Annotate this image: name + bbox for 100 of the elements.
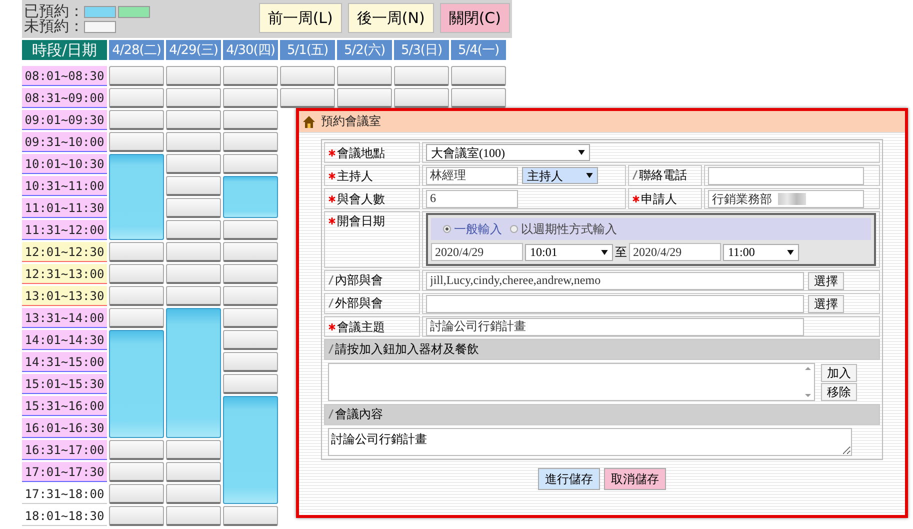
field-label: 主持人 bbox=[337, 168, 373, 182]
participants-input[interactable] bbox=[426, 294, 804, 312]
time-slot-label: 15:31~16:00 bbox=[22, 396, 107, 416]
free-slot[interactable] bbox=[223, 66, 278, 86]
booked-slot[interactable] bbox=[223, 176, 278, 218]
caret-icon bbox=[787, 250, 794, 254]
mode-radio[interactable]: 以週期性方式輸入 bbox=[510, 222, 617, 236]
select-button[interactable]: 選擇 bbox=[808, 294, 844, 312]
caret-icon bbox=[601, 250, 608, 254]
start-date-input[interactable]: 2020/4/29 bbox=[431, 243, 523, 261]
attendee-count-input[interactable]: 6 bbox=[426, 190, 518, 208]
mode-radio[interactable]: 一般輸入 bbox=[443, 222, 502, 236]
free-slot[interactable] bbox=[223, 154, 278, 174]
free-slot[interactable] bbox=[166, 176, 221, 196]
free-slot[interactable] bbox=[337, 88, 392, 108]
nav-button[interactable]: 後一周(N) bbox=[348, 3, 434, 33]
booked-slot[interactable] bbox=[109, 330, 164, 438]
legend-label: 已預約： bbox=[24, 4, 84, 19]
action-button[interactable]: 進行儲存 bbox=[538, 468, 600, 490]
time-slot-label: 17:01~17:30 bbox=[22, 462, 107, 482]
free-slot[interactable] bbox=[223, 220, 278, 240]
time-slot-label: 08:01~08:30 bbox=[22, 66, 107, 86]
free-slot[interactable] bbox=[223, 308, 278, 328]
equipment-button[interactable]: 移除 bbox=[821, 382, 857, 400]
field-label: 會議主題 bbox=[337, 320, 385, 334]
free-slot[interactable] bbox=[394, 88, 449, 108]
participants-input[interactable]: jill,Lucy,cindy,cheree,andrew,nemo bbox=[426, 272, 804, 290]
free-slot[interactable] bbox=[109, 242, 164, 262]
free-slot[interactable] bbox=[166, 264, 221, 284]
free-slot[interactable] bbox=[280, 88, 335, 108]
time-slot-label: 14:31~15:00 bbox=[22, 352, 107, 372]
free-slot[interactable] bbox=[280, 66, 335, 86]
time-slot-label: 16:31~17:00 bbox=[22, 440, 107, 460]
free-slot[interactable] bbox=[166, 440, 221, 460]
free-slot[interactable] bbox=[223, 506, 278, 526]
free-slot[interactable] bbox=[223, 374, 278, 394]
free-slot[interactable] bbox=[166, 286, 221, 306]
booked-slot[interactable] bbox=[166, 308, 221, 438]
free-slot[interactable] bbox=[223, 330, 278, 350]
free-slot[interactable] bbox=[166, 88, 221, 108]
free-slot[interactable] bbox=[109, 506, 164, 526]
free-slot[interactable] bbox=[394, 66, 449, 86]
time-slot-label: 11:01~11:30 bbox=[22, 198, 107, 218]
day-header: 5/2(六) bbox=[337, 40, 392, 60]
free-slot[interactable] bbox=[223, 132, 278, 152]
content-textarea[interactable]: 討論公司行銷計畫 bbox=[328, 428, 852, 456]
free-slot[interactable] bbox=[223, 286, 278, 306]
free-slot[interactable] bbox=[166, 506, 221, 526]
free-slot[interactable] bbox=[109, 110, 164, 130]
free-slot[interactable] bbox=[223, 264, 278, 284]
nav-button[interactable]: 前一周(L) bbox=[258, 3, 342, 33]
booked-slot[interactable] bbox=[223, 396, 278, 504]
time-slot-label: 13:31~14:00 bbox=[22, 308, 107, 328]
location-dropdown[interactable]: 大會議室(100) bbox=[426, 144, 590, 161]
free-slot[interactable] bbox=[166, 484, 221, 504]
free-slot[interactable] bbox=[109, 308, 164, 328]
end-time-dropdown[interactable]: 11:00 bbox=[723, 244, 799, 260]
free-slot[interactable] bbox=[223, 110, 278, 130]
caret-icon bbox=[586, 173, 593, 178]
booked-slot[interactable] bbox=[109, 154, 164, 240]
free-slot[interactable] bbox=[223, 352, 278, 372]
time-slot-label: 09:01~09:30 bbox=[22, 110, 107, 130]
free-slot[interactable] bbox=[166, 132, 221, 152]
day-header: 5/4(一) bbox=[451, 40, 506, 60]
free-slot[interactable] bbox=[451, 88, 506, 108]
action-button[interactable]: 取消儲存 bbox=[604, 468, 666, 490]
equipment-button[interactable]: 加入 bbox=[821, 364, 857, 382]
day-header: 4/29(三) bbox=[166, 40, 221, 60]
free-slot[interactable] bbox=[166, 198, 221, 218]
time-slot-label: 10:01~10:30 bbox=[22, 154, 107, 174]
free-slot[interactable] bbox=[166, 66, 221, 86]
free-slot[interactable] bbox=[166, 462, 221, 482]
role-dropdown[interactable]: 主持人 bbox=[522, 167, 598, 184]
free-slot[interactable] bbox=[337, 66, 392, 86]
subject-input[interactable]: 討論公司行銷計畫 bbox=[426, 318, 804, 336]
nav-button[interactable]: 關閉(C) bbox=[440, 3, 510, 33]
free-slot[interactable] bbox=[451, 66, 506, 86]
host-input[interactable]: 林經理 bbox=[426, 166, 518, 184]
free-slot[interactable] bbox=[223, 242, 278, 262]
free-slot[interactable] bbox=[109, 88, 164, 108]
time-slot-label: 11:31~12:00 bbox=[22, 220, 107, 240]
free-slot[interactable] bbox=[166, 154, 221, 174]
end-date-input[interactable]: 2020/4/29 bbox=[629, 243, 721, 261]
free-slot[interactable] bbox=[166, 242, 221, 262]
phone-input[interactable] bbox=[708, 166, 864, 184]
free-slot[interactable] bbox=[109, 484, 164, 504]
free-slot[interactable] bbox=[166, 220, 221, 240]
start-time-dropdown[interactable]: 10:01 bbox=[525, 244, 613, 260]
applicant-input[interactable]: 行銷業務部 bbox=[708, 190, 864, 208]
free-slot[interactable] bbox=[109, 264, 164, 284]
free-slot[interactable] bbox=[109, 132, 164, 152]
free-slot[interactable] bbox=[109, 66, 164, 86]
dialog-title: 預約會議室 bbox=[321, 113, 381, 130]
free-slot[interactable] bbox=[109, 440, 164, 460]
select-button[interactable]: 選擇 bbox=[808, 272, 844, 290]
day-header: 5/3(日) bbox=[394, 40, 449, 60]
free-slot[interactable] bbox=[223, 88, 278, 108]
free-slot[interactable] bbox=[166, 110, 221, 130]
free-slot[interactable] bbox=[109, 286, 164, 306]
free-slot[interactable] bbox=[109, 462, 164, 482]
